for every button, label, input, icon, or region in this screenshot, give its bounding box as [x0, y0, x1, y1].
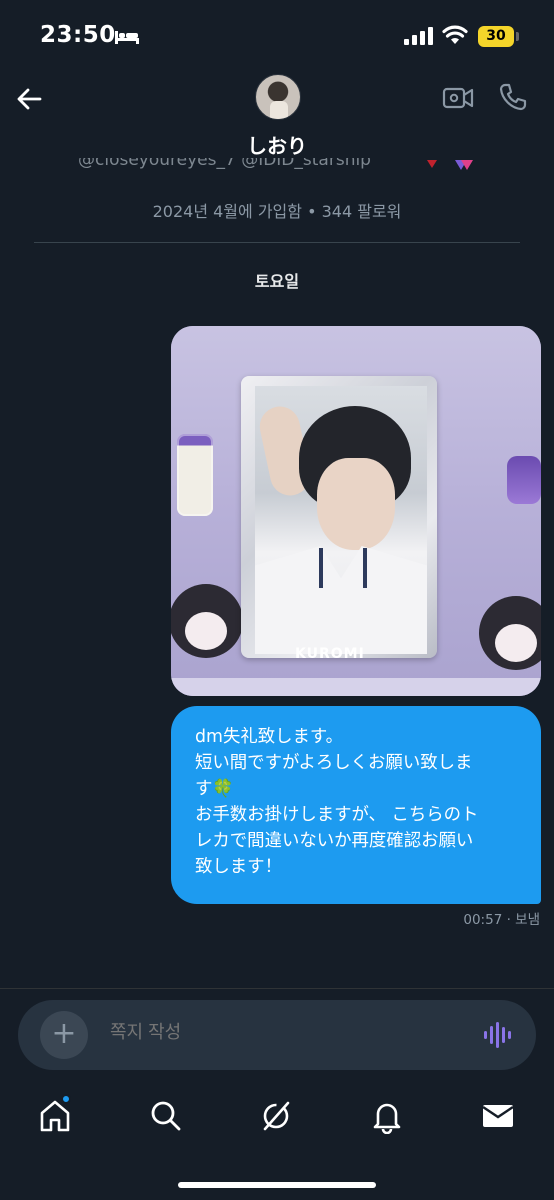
message-text: dm失礼致します。 短い間ですがよろしくお願い致しま す🍀 お手数お掛けしますが…	[195, 727, 479, 877]
back-arrow-icon[interactable]	[14, 84, 44, 114]
avatar[interactable]	[255, 74, 301, 120]
battery-icon: 30	[478, 26, 514, 47]
profile-meta: 2024년 4월에 가입함 • 344 팔로워	[152, 202, 402, 221]
battery-tip	[516, 32, 519, 41]
plus-icon[interactable]: +	[40, 1011, 88, 1059]
face-figure	[317, 458, 395, 550]
profile-bio-text: @closeyoureyes_7 @IDID_starship	[78, 158, 371, 170]
home-indicator	[178, 1182, 376, 1188]
grok-icon[interactable]	[258, 1098, 294, 1134]
day-label: 토요일	[254, 272, 300, 291]
phone-icon[interactable]	[498, 82, 528, 112]
message-timestamp: 00:57 · 보냄	[463, 912, 540, 928]
photocard	[241, 376, 437, 658]
status-time: 23:50	[40, 22, 116, 48]
search-icon[interactable]	[148, 1098, 184, 1134]
message-bubble[interactable]: dm失礼致します。 短い間ですがよろしくお願い致しま す🍀 お手数お掛けしますが…	[171, 706, 541, 904]
profile-name[interactable]: しおり	[0, 130, 554, 159]
shirt-collar	[319, 548, 367, 588]
heart-emoji-icon	[427, 160, 473, 170]
purple-jar-illustration	[507, 456, 541, 504]
divider	[34, 242, 520, 243]
composer-divider	[0, 988, 554, 989]
status-bar: 23:50 30	[0, 0, 554, 72]
kuromi-character	[171, 584, 243, 658]
photo-message[interactable]: KUROMI	[171, 326, 541, 696]
voice-icon[interactable]	[482, 1020, 512, 1050]
video-call-icon[interactable]	[442, 84, 474, 112]
jar-illustration	[177, 434, 213, 516]
photocard-image	[255, 386, 427, 654]
signal-icon	[404, 27, 433, 45]
profile-bio: @closeyoureyes_7 @IDID_starship	[78, 158, 371, 174]
message-input[interactable]	[110, 1022, 450, 1043]
wifi-icon	[442, 25, 468, 44]
notification-dot	[61, 1094, 71, 1104]
notifications-icon[interactable]	[369, 1098, 405, 1134]
messages-icon[interactable]	[480, 1098, 516, 1134]
photo-bottom-strip	[171, 678, 541, 696]
kuromi-brand-text: KUROMI	[295, 646, 365, 662]
bed-icon	[115, 31, 139, 44]
